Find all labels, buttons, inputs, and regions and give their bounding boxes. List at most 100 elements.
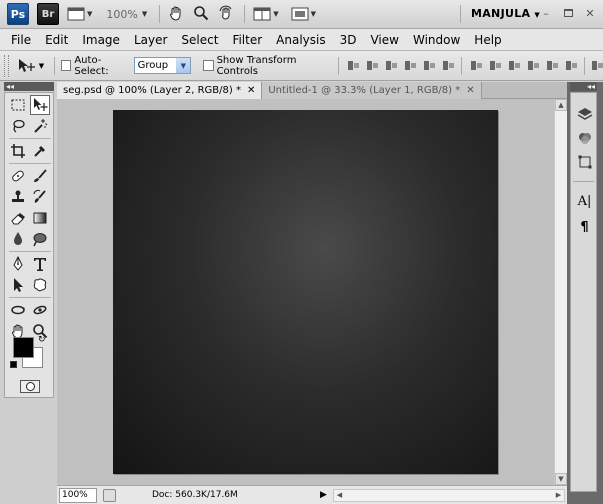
vertical-scrollbar[interactable]: ▲ ▼ xyxy=(554,99,567,485)
default-colors-icon[interactable] xyxy=(10,361,17,368)
menu-view[interactable]: View xyxy=(363,33,405,47)
healing-brush-tool[interactable] xyxy=(8,166,28,186)
custom-shape-tool[interactable] xyxy=(30,275,50,295)
tools-panel-header[interactable]: ◂◂ xyxy=(4,82,54,91)
gradient-tool[interactable] xyxy=(30,208,50,228)
3d-rotate-tool[interactable] xyxy=(8,300,28,320)
status-bar: 100% Doc: 560.3K/17.6M ▶ ◀ ▶ xyxy=(57,485,567,504)
distribute-vertical-center-icon[interactable] xyxy=(489,59,502,72)
show-transform-option[interactable]: Show Transform Controls xyxy=(203,55,331,77)
show-transform-checkbox[interactable] xyxy=(203,60,214,71)
close-button[interactable]: ✕ xyxy=(583,6,597,20)
hand-icon xyxy=(170,6,181,21)
align-right-icon[interactable] xyxy=(442,59,455,72)
3d-orbit-tool[interactable] xyxy=(30,300,50,320)
history-brush-tool[interactable] xyxy=(30,187,50,207)
pen-tool[interactable] xyxy=(8,254,28,274)
expand-double-arrow-icon: ◂◂ xyxy=(586,82,595,91)
chevron-down-icon: ▼ xyxy=(273,10,279,18)
bridge-launch-button[interactable]: Br xyxy=(37,3,59,25)
options-bar-grip[interactable] xyxy=(4,54,9,77)
panel-dock-header[interactable]: ◂◂ xyxy=(570,82,597,91)
auto-select-option[interactable]: Auto-Select: xyxy=(61,55,131,77)
auto-select-dropdown[interactable]: Group ▼ xyxy=(133,57,192,74)
swap-colors-icon[interactable]: ↻ xyxy=(38,335,46,345)
tool-preset-picker[interactable]: ▼ xyxy=(17,57,44,75)
rotate-view-button[interactable] xyxy=(218,5,234,24)
channels-icon xyxy=(578,132,591,144)
scroll-down-icon[interactable]: ▼ xyxy=(555,473,567,485)
status-info-icon[interactable] xyxy=(103,488,116,502)
zoom-level-select[interactable]: 100% xyxy=(106,8,137,21)
align-left-icon[interactable] xyxy=(404,59,417,72)
layers-panel-button[interactable] xyxy=(576,105,593,122)
menu-help[interactable]: Help xyxy=(467,33,508,47)
menu-3d[interactable]: 3D xyxy=(333,33,364,47)
magic-wand-tool[interactable] xyxy=(30,116,50,136)
quick-mask-button[interactable] xyxy=(20,380,40,393)
image-canvas[interactable] xyxy=(113,110,498,474)
foreground-color-swatch[interactable] xyxy=(13,337,34,358)
type-tool[interactable] xyxy=(30,254,50,274)
paths-panel-button[interactable] xyxy=(576,153,593,170)
workspace-name: MANJULA xyxy=(471,7,531,20)
document-workspace[interactable] xyxy=(57,99,554,485)
menu-edit[interactable]: Edit xyxy=(38,33,75,47)
rectangular-marquee-tool[interactable] xyxy=(8,95,28,115)
clone-stamp-tool[interactable] xyxy=(8,187,28,207)
brush-tool[interactable] xyxy=(30,166,50,186)
menu-analysis[interactable]: Analysis xyxy=(269,33,332,47)
workspace-switcher[interactable]: MANJULA ▼ xyxy=(471,7,540,20)
view-extras-button[interactable]: ▼ xyxy=(67,7,92,21)
menu-file[interactable]: File xyxy=(4,33,38,47)
align-vertical-center-icon[interactable] xyxy=(366,59,379,72)
eraser-tool[interactable] xyxy=(8,208,28,228)
paths-icon xyxy=(578,155,591,168)
status-menu-arrow-icon[interactable]: ▶ xyxy=(320,490,327,500)
maximize-icon xyxy=(563,9,573,17)
screen-mode-button[interactable]: ▼ xyxy=(291,7,316,21)
distribute-bottom-icon[interactable] xyxy=(508,59,521,72)
dodge-tool[interactable] xyxy=(30,229,50,249)
scroll-left-icon[interactable]: ◀ xyxy=(334,490,345,501)
align-bottom-icon[interactable] xyxy=(385,59,398,72)
lasso-tool[interactable] xyxy=(8,116,28,136)
paragraph-panel-button[interactable]: ¶ xyxy=(576,219,593,236)
hand-tool-button[interactable] xyxy=(168,5,184,24)
blur-tool[interactable] xyxy=(8,229,28,249)
tab-untitled-1[interactable]: Untitled-1 @ 33.3% (Layer 1, RGB/8) * ✕ xyxy=(262,82,482,99)
blur-tool-icon xyxy=(14,232,22,245)
auto-select-checkbox[interactable] xyxy=(61,60,72,71)
eyedropper-tool[interactable] xyxy=(30,141,50,161)
distribute-right-icon[interactable] xyxy=(565,59,578,72)
align-buttons xyxy=(347,59,455,72)
menu-layer[interactable]: Layer xyxy=(127,33,174,47)
zoom-tool-button[interactable] xyxy=(193,5,209,24)
auto-align-layers-icon[interactable] xyxy=(591,59,603,72)
distribute-horizontal-center-icon[interactable] xyxy=(546,59,559,72)
character-panel-button[interactable]: A| xyxy=(576,193,593,210)
minimize-button[interactable]: – xyxy=(539,6,553,20)
close-tab-icon[interactable]: ✕ xyxy=(466,85,474,96)
status-zoom-field[interactable]: 100% xyxy=(59,487,97,503)
menu-select[interactable]: Select xyxy=(174,33,225,47)
scroll-up-icon[interactable]: ▲ xyxy=(555,99,567,111)
horizontal-scrollbar[interactable]: ◀ ▶ xyxy=(332,488,565,502)
channels-panel-button[interactable] xyxy=(576,129,593,146)
tab-seg-psd[interactable]: seg.psd @ 100% (Layer 2, RGB/8) * ✕ xyxy=(57,82,263,99)
menu-window[interactable]: Window xyxy=(406,33,467,47)
scroll-right-icon[interactable]: ▶ xyxy=(553,490,564,501)
align-horizontal-center-icon[interactable] xyxy=(423,59,436,72)
close-tab-icon[interactable]: ✕ xyxy=(247,85,255,96)
crop-tool[interactable] xyxy=(8,141,28,161)
path-selection-tool[interactable] xyxy=(8,275,28,295)
maximize-button[interactable] xyxy=(561,6,575,20)
distribute-top-icon[interactable] xyxy=(470,59,483,72)
menu-image[interactable]: Image xyxy=(75,33,127,47)
menu-filter[interactable]: Filter xyxy=(225,33,269,47)
align-top-icon[interactable] xyxy=(347,59,360,72)
distribute-left-icon[interactable] xyxy=(527,59,540,72)
move-tool[interactable] xyxy=(30,95,50,115)
move-tool-icon xyxy=(18,58,35,72)
arrange-documents-button[interactable]: ▼ xyxy=(253,7,279,21)
